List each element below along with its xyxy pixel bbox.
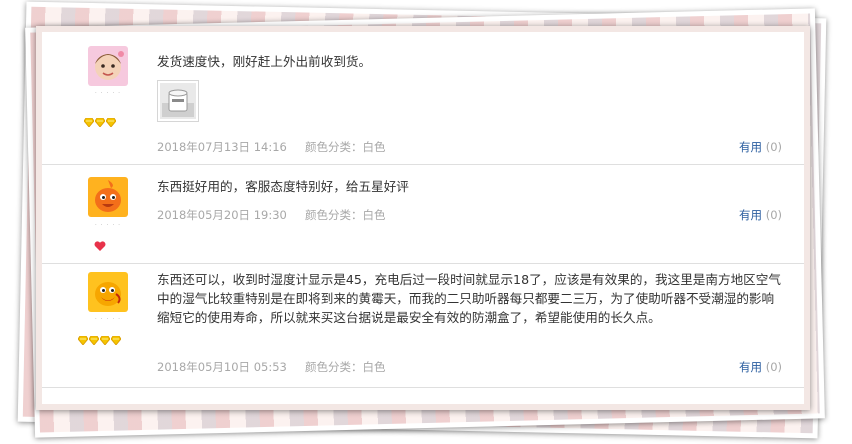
diamond-icon bbox=[83, 118, 94, 127]
review-meta: 2018年05月10日 05:53 颜色分类：白色 有用 (0) bbox=[157, 359, 782, 375]
diamond-icon bbox=[94, 118, 105, 127]
photo-frame-front: · · · · · 发货速度快，刚好赶上外出前收到货。 2018年07月13日 … bbox=[36, 26, 810, 410]
review-date: 2018年05月20日 19:30 bbox=[157, 208, 287, 222]
reviewer-level bbox=[42, 336, 157, 346]
review-item: · · · · · 东西挺好用的，客服态度特别好，给五星好评 2018年05月2… bbox=[42, 165, 804, 264]
review-item: · · · · · 发货速度快，刚好赶上外出前收到货。 2018年07月13日 … bbox=[42, 32, 804, 165]
review-text: 东西挺好用的，客服态度特别好，给五星好评 bbox=[157, 179, 409, 194]
heart-icon bbox=[94, 241, 105, 251]
review-text: 东西还可以，收到时湿度计显示是45，充电后过一段时间就显示18了，应该是有效果的… bbox=[157, 272, 781, 325]
diamond-icon bbox=[105, 118, 116, 127]
yellow-mascot-avatar[interactable] bbox=[88, 272, 128, 312]
review-photo-thumbnail[interactable] bbox=[157, 80, 199, 122]
reviewer-info: · · · · · bbox=[42, 264, 157, 387]
review-spec: 颜色分类：白色 bbox=[305, 360, 386, 374]
useful-button[interactable]: 有用 (0) bbox=[739, 139, 782, 155]
review-list: · · · · · 发货速度快，刚好赶上外出前收到货。 2018年07月13日 … bbox=[42, 32, 804, 404]
useful-button[interactable]: 有用 (0) bbox=[739, 207, 782, 223]
useful-count: (0) bbox=[765, 140, 782, 154]
diamond-icon bbox=[78, 336, 88, 345]
reviewer-info: · · · · · bbox=[42, 165, 157, 263]
review-spec: 颜色分类：白色 bbox=[305, 208, 386, 222]
review-meta: 2018年07月13日 14:16 颜色分类：白色 有用 (0) bbox=[157, 139, 782, 155]
review-date: 2018年07月13日 14:16 bbox=[157, 140, 287, 154]
reviewer-nickname-masked: · · · · · bbox=[94, 316, 122, 323]
diamond-icon bbox=[100, 336, 110, 345]
reviewer-info: · · · · · bbox=[42, 32, 157, 164]
reviewer-level bbox=[42, 241, 157, 251]
reviewer-level bbox=[42, 118, 157, 128]
review-date: 2018年05月10日 05:53 bbox=[157, 360, 287, 374]
useful-label[interactable]: 有用 bbox=[739, 208, 762, 222]
reviewer-nickname-masked: · · · · · bbox=[94, 222, 122, 229]
useful-button[interactable]: 有用 (0) bbox=[739, 359, 782, 375]
useful-count: (0) bbox=[765, 360, 782, 374]
diamond-icon bbox=[89, 336, 99, 345]
diamond-icon bbox=[111, 336, 121, 345]
useful-label[interactable]: 有用 bbox=[739, 140, 762, 154]
review-spec: 颜色分类：白色 bbox=[305, 140, 386, 154]
baby-photo-avatar[interactable] bbox=[88, 46, 128, 86]
review-meta: 2018年05月20日 19:30 颜色分类：白色 有用 (0) bbox=[157, 207, 782, 223]
reviewer-nickname-masked: · · · · · bbox=[94, 90, 122, 97]
orange-mascot-avatar[interactable] bbox=[88, 177, 128, 217]
useful-label[interactable]: 有用 bbox=[739, 360, 762, 374]
review-item: · · · · · 东西还可以，收到时湿度计显示是45，充电后过一段时间就显示1… bbox=[42, 264, 804, 388]
useful-count: (0) bbox=[765, 208, 782, 222]
review-text: 发货速度快，刚好赶上外出前收到货。 bbox=[157, 54, 372, 69]
